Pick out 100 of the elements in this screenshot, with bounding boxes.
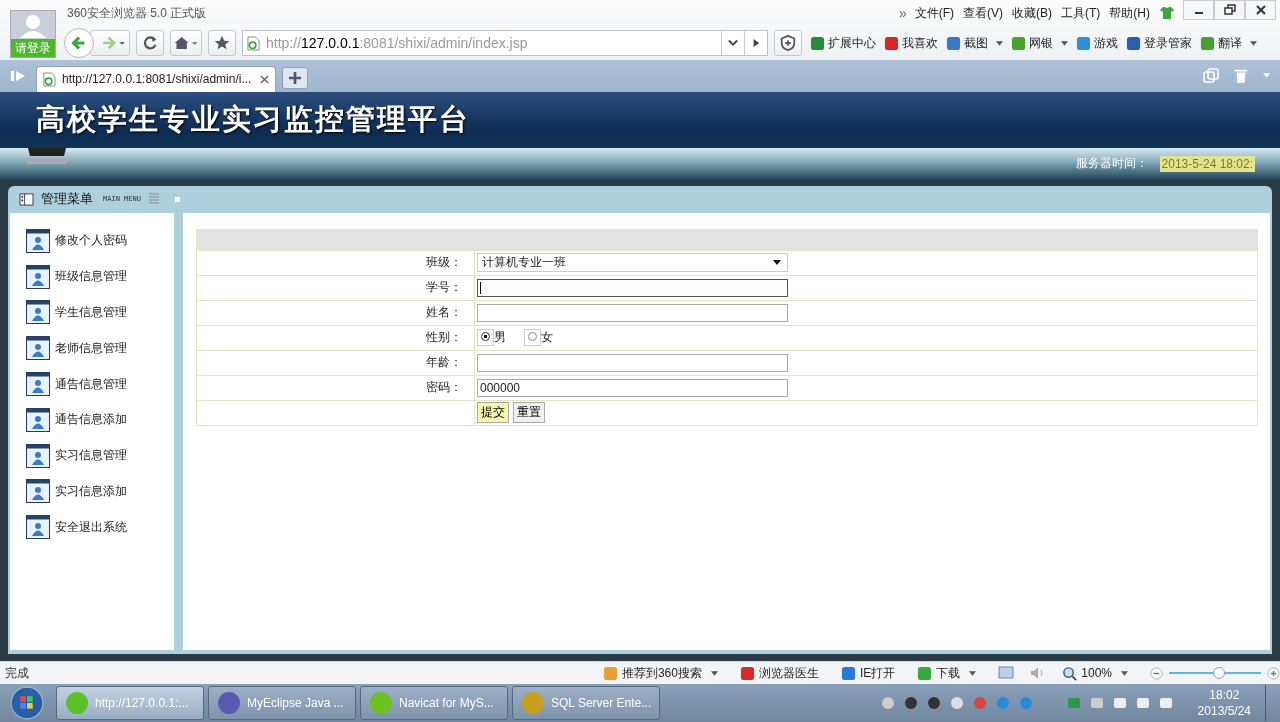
user-window-icon [26,372,50,397]
app-icon [1076,35,1091,51]
server-time-value: 2013-5-24 18:02: [1159,155,1255,172]
sidebar-item[interactable]: 安全退出系统 [10,509,174,546]
app-icon [217,691,241,716]
caret-icon [1121,670,1128,676]
minimize-button[interactable] [1183,0,1214,20]
page-icon [43,71,56,87]
refresh-button[interactable] [136,30,164,56]
caret-icon[interactable] [1263,73,1270,79]
toolbar-item[interactable]: 登录管家 [1126,34,1192,52]
radio-button[interactable] [528,332,537,342]
forward-arrow-icon [101,34,127,52]
sidebar-item[interactable]: 老师信息管理 [10,330,174,367]
zoom-out-icon[interactable] [1150,666,1163,680]
zoom-in-icon[interactable] [1267,666,1280,680]
restore-icon [1223,4,1236,16]
tray-icon[interactable] [902,695,919,712]
sidebar-item[interactable]: 班级信息管理 [10,258,174,295]
field-label: 姓名： [426,305,462,320]
radio-button[interactable] [481,332,490,342]
menu-item[interactable]: 工具(T) [1061,4,1101,22]
toolbar-item[interactable]: 扩展中心 [810,34,876,52]
toolbar-item[interactable]: 我喜欢 [884,34,938,52]
sidebar-item[interactable]: 修改个人密码 [10,222,174,259]
tray-icon[interactable] [879,695,896,712]
input-field[interactable] [477,303,788,322]
sidebar-item[interactable]: 通告信息添加 [10,401,174,438]
toolbar-item[interactable]: 网银 [1011,34,1068,52]
back-button[interactable] [64,28,94,58]
tray-icon[interactable] [948,695,965,712]
sidebar-item[interactable]: 通告信息管理 [10,366,174,402]
new-tab-button[interactable] [282,66,308,89]
menu-item[interactable]: 查看(V) [963,4,1003,22]
zoom-menu[interactable]: 100% [1062,665,1128,681]
window-icon[interactable] [998,666,1015,681]
favorite-button[interactable] [208,30,236,56]
home-button[interactable] [170,30,202,56]
tray-icon[interactable] [925,695,942,712]
app-icon [810,35,825,51]
toolbar-item[interactable]: 翻译 [1200,34,1257,52]
computer-drawing [22,147,72,166]
form-button[interactable]: 提交 [477,402,509,424]
close-button[interactable] [1245,0,1276,20]
input-field[interactable] [477,353,788,372]
toolbar-item[interactable]: 截图 [946,34,1003,52]
user-window-icon [26,228,50,253]
app-icon [884,35,899,51]
app-icon [65,691,89,716]
address-field[interactable]: http://127.0.0.1:8081/shixi/admin/index.jsp [242,30,768,56]
restore-button[interactable] [1214,0,1245,20]
app-icon [840,665,856,681]
close-icon[interactable] [260,74,269,84]
status-item[interactable]: 推荐到360搜索 [602,664,718,682]
toolbar-item[interactable]: 游戏 [1076,34,1118,52]
menu-item[interactable]: 帮助(H) [1109,4,1150,22]
user-window-icon [26,407,50,432]
field-label: 性别： [426,330,462,345]
menu-item[interactable]: 收藏(B) [1012,4,1052,22]
lines-icon [148,193,159,206]
star-icon [213,34,231,52]
zoom-slider-thumb[interactable] [1213,667,1225,680]
app-icon [1011,35,1026,51]
app-icon [1200,35,1215,51]
more-menu-button[interactable]: » [898,5,907,21]
sidebar-toggle-icon[interactable] [10,68,26,83]
menu-title: 管理菜单 [41,190,93,209]
status-item[interactable]: IE打开 [840,664,896,682]
window-title: 360安全浏览器 5.0 正式版 [67,5,207,22]
sidebar-item[interactable]: 学生信息管理 [10,294,174,331]
sidebar-item[interactable]: 实习信息管理 [10,437,174,474]
app-icon [917,665,933,681]
user-window-icon [26,515,50,540]
plus-icon [289,71,301,84]
menu-panel-icon [19,192,34,206]
go-icon[interactable] [751,39,761,47]
field-label: 密码： [426,380,462,395]
form-button[interactable]: 重置 [513,402,545,424]
class-select[interactable]: 计算机专业一班 [477,253,788,273]
status-item[interactable]: 下载 [917,664,977,682]
input-field[interactable]: 000000 [477,378,788,397]
shirt-icon[interactable] [1159,6,1175,20]
sidebar-item[interactable]: 实习信息添加 [10,473,174,510]
field-label: 学号： [426,280,462,295]
windows-icon[interactable] [1203,67,1219,84]
forward-button[interactable] [90,30,130,56]
browser-tab[interactable]: http://127.0.0.1:8081/shixi/admin/i... [36,65,276,92]
trash-icon[interactable] [1233,67,1249,84]
minimize-icon [1194,12,1203,14]
start-button[interactable] [10,686,44,721]
site-title: 高校学生专业实习监控管理平台 [36,101,470,137]
input-field[interactable] [477,278,788,297]
status-item[interactable]: 浏览器医生 [739,664,819,682]
dropdown-icon[interactable] [728,39,738,47]
field-label: 年龄： [426,355,462,370]
menu-item[interactable]: 文件(F) [914,4,954,22]
shield-button[interactable] [774,30,802,56]
home-icon [173,34,199,52]
square-icon [174,196,180,202]
refresh-icon [141,34,159,52]
